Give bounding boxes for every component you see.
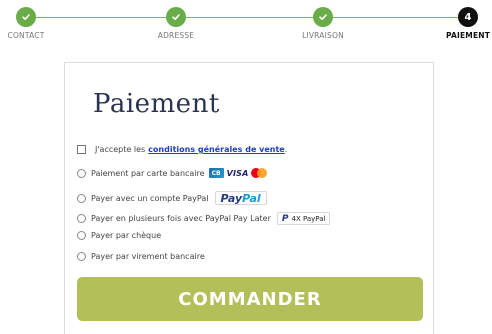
payment-option-paypal-paylater[interactable]: Payer en plusieurs fois avec PayPal Pay … (77, 212, 331, 225)
visa-icon: VISA (226, 168, 249, 178)
payment-radio-paypal[interactable] (77, 193, 86, 203)
payment-option-cheque[interactable]: Payer par chèque (77, 231, 161, 240)
payment-option-label: Paiement par carte bancaire (91, 168, 205, 178)
step-label-paiement: PAIEMENT (445, 31, 491, 40)
stepper-line (27, 17, 467, 18)
step-number: 4 (458, 7, 478, 27)
step-paiement: 4 PAIEMENT (446, 0, 490, 40)
check-icon (313, 7, 333, 27)
payment-option-paypal[interactable]: Payer avec un compte PayPal Pay Pal (77, 191, 267, 205)
payment-radio-cheque[interactable] (77, 231, 86, 240)
check-icon (166, 7, 186, 27)
paypal-logo-icon: Pay Pal (214, 191, 267, 205)
terms-prefix: J'accepte les (95, 145, 146, 154)
payment-option-label: Payer par chèque (91, 231, 162, 240)
terms-link[interactable]: conditions générales de vente (148, 145, 285, 154)
mastercard-icon (250, 168, 267, 178)
payment-option-virement[interactable]: Payer par virement bancaire (77, 252, 205, 261)
step-livraison[interactable]: LIVRAISON (298, 0, 348, 40)
checkout-stepper: CONTACT ADRESSE LIVRAISON 4 PAIEMENT (0, 0, 492, 50)
commander-button[interactable]: COMMANDER (77, 277, 423, 321)
payment-card: Paiement J'accepte les conditions généra… (64, 62, 434, 334)
payment-option-label: Payer par virement bancaire (91, 252, 205, 261)
paypal-4x-badge: P 4X PayPal (276, 212, 331, 225)
step-label-contact: CONTACT (7, 31, 45, 40)
payment-option-label: Payer en plusieurs fois avec PayPal Pay … (91, 214, 271, 223)
payment-option-card[interactable]: Paiement par carte bancaire CB VISA (77, 168, 267, 178)
paypal-p-icon: P (281, 213, 289, 224)
paylater-badge-text: 4X PayPal (291, 214, 326, 223)
terms-row: J'accepte les conditions générales de ve… (77, 145, 287, 154)
step-adresse[interactable]: ADRESSE (154, 0, 198, 40)
payment-radio-paylater[interactable] (77, 214, 86, 223)
payment-radio-card[interactable] (77, 168, 86, 178)
cb-icon: CB (208, 168, 224, 178)
step-label-livraison: LIVRAISON (302, 31, 344, 40)
terms-checkbox[interactable] (77, 145, 86, 154)
check-icon (16, 7, 36, 27)
payment-radio-virement[interactable] (77, 252, 86, 261)
page-title: Paiement (93, 89, 220, 119)
payment-option-label: Payer avec un compte PayPal (91, 193, 209, 203)
step-contact[interactable]: CONTACT (6, 0, 46, 40)
step-label-adresse: ADRESSE (157, 31, 195, 40)
terms-suffix: . (284, 145, 288, 154)
